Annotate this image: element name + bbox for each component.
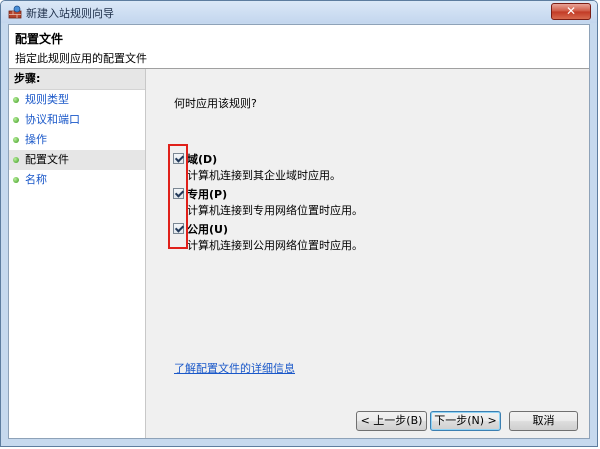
bullet-icon: [13, 117, 19, 123]
cancel-button[interactable]: 取消: [509, 411, 578, 431]
main-panel: 何时应用该规则? 域(D) 计算机连接到其企业域时应用。 专用(P) 计算机连接…: [146, 69, 589, 438]
wizard-header: 配置文件 指定此规则应用的配置文件: [9, 25, 589, 69]
wizard-window: 新建入站规则向导 ✕ 配置文件 指定此规则应用的配置文件 步骤: 规则类型 协议…: [0, 0, 598, 447]
back-button[interactable]: < 上一步(B): [356, 411, 427, 431]
bullet-icon: [13, 137, 19, 143]
private-label[interactable]: 专用(P): [187, 186, 227, 202]
window-title: 新建入站规则向导: [26, 7, 114, 20]
steps-heading: 步骤:: [9, 69, 145, 90]
domain-label[interactable]: 域(D): [187, 151, 217, 167]
page-title: 配置文件: [15, 32, 64, 46]
step-label: 配置文件: [25, 153, 69, 166]
step-action[interactable]: 操作: [9, 130, 145, 150]
page-subtitle: 指定此规则应用的配置文件: [15, 52, 147, 65]
learn-more-link[interactable]: 了解配置文件的详细信息: [174, 360, 295, 376]
steps-panel: 步骤: 规则类型 协议和端口 操作 配置文件 名称: [9, 69, 146, 438]
step-label: 规则类型: [25, 93, 69, 106]
domain-description: 计算机连接到其企业域时应用。: [187, 169, 341, 182]
step-label: 操作: [25, 133, 47, 146]
step-name[interactable]: 名称: [9, 170, 145, 190]
wizard-content: 配置文件 指定此规则应用的配置文件 步骤: 规则类型 协议和端口 操作 配置文件: [8, 24, 590, 439]
question-label: 何时应用该规则?: [174, 97, 257, 110]
title-bar[interactable]: 新建入站规则向导 ✕: [1, 1, 597, 23]
next-button[interactable]: 下一步(N) >: [430, 411, 501, 431]
step-protocol-port[interactable]: 协议和端口: [9, 110, 145, 130]
step-label: 协议和端口: [25, 113, 80, 126]
close-button[interactable]: ✕: [551, 3, 591, 20]
bullet-icon: [13, 97, 19, 103]
bullet-icon: [13, 177, 19, 183]
public-label[interactable]: 公用(U): [187, 221, 228, 237]
step-label: 名称: [25, 173, 47, 186]
step-profile: 配置文件: [9, 150, 145, 170]
bullet-icon: [13, 157, 19, 163]
private-description: 计算机连接到专用网络位置时应用。: [187, 204, 363, 217]
step-rule-type[interactable]: 规则类型: [9, 90, 145, 110]
public-description: 计算机连接到公用网络位置时应用。: [187, 239, 363, 252]
highlight-box: [168, 144, 188, 249]
firewall-icon: [8, 5, 22, 19]
